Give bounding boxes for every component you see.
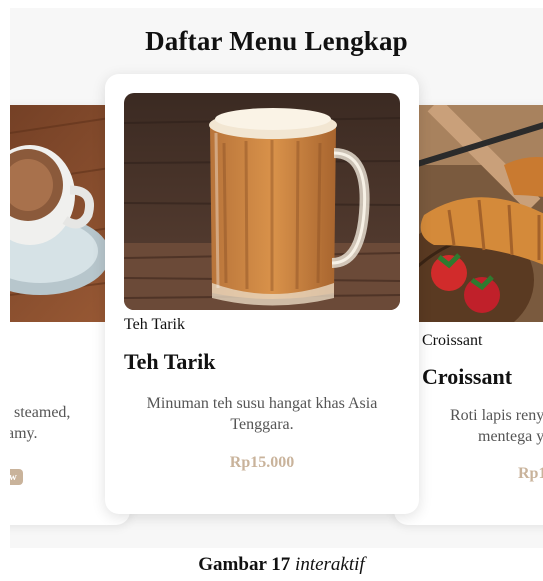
card-description-line1: Roti lapis reny <box>450 407 543 424</box>
card-price: Rp15.000 <box>229 454 295 471</box>
card-image-caption: Teh Tarik <box>124 316 185 333</box>
teh-tarik-image <box>124 93 400 310</box>
page-title: Daftar Menu Lengkap <box>145 26 408 56</box>
figure-label: Gambar 17 <box>198 554 291 575</box>
menu-carousel: Daftar Menu Lengkap u steamed, amy. <box>10 8 543 548</box>
card-title: Croissant <box>422 364 513 389</box>
card-title: Teh Tarik <box>124 349 216 374</box>
new-badge: New <box>10 469 23 485</box>
card-price: Rp1 <box>518 465 543 482</box>
card-description-line1: Minuman teh susu hangat khas Asia <box>146 395 378 412</box>
card-description-line2: Tenggara. <box>230 416 294 433</box>
menu-card-teh-tarik[interactable]: Teh Tarik Teh Tarik Minuman teh susu han… <box>105 74 419 514</box>
figure-caption: Gambar 17 interaktif <box>30 551 533 581</box>
figure-caption-suffix: interaktif <box>295 554 365 575</box>
card-description-line2: mentega y <box>478 428 543 445</box>
card-image-caption: Croissant <box>422 332 483 349</box>
